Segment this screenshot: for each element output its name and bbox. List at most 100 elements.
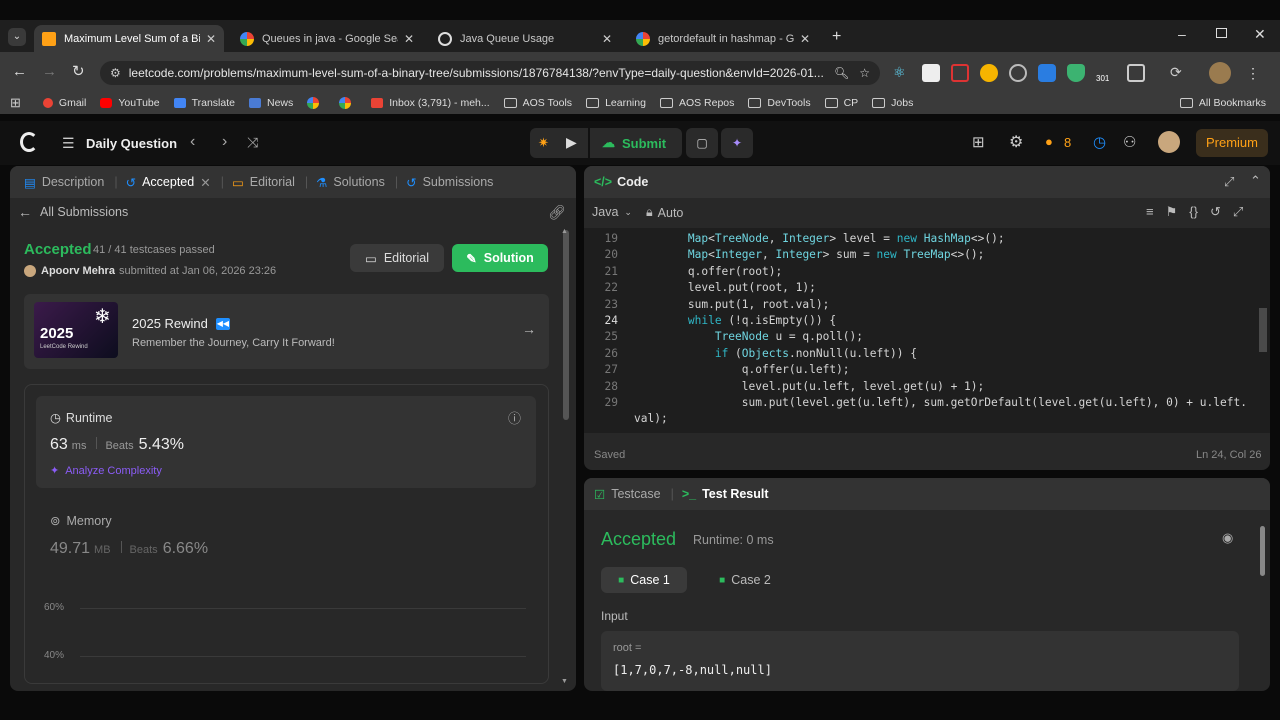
extension-icon[interactable] xyxy=(922,64,940,82)
site-info-icon[interactable]: ⚙ xyxy=(110,66,121,80)
close-tab-icon[interactable]: ✕ xyxy=(200,175,210,190)
language-select[interactable]: Java ⌄ xyxy=(592,205,632,219)
bookmark-folder-aos-repos[interactable]: AOS Repos xyxy=(659,97,734,109)
url-text[interactable]: leetcode.com/problems/maximum-level-sum-… xyxy=(129,66,824,80)
tab-test-result[interactable]: >_ Test Result xyxy=(682,487,769,501)
rewind-banner[interactable]: 2025 LeetCode Rewind ❄ 2025 Rewind ◀◀ Re… xyxy=(24,294,549,369)
extension-icon[interactable] xyxy=(980,64,998,82)
tab-testcase[interactable]: ☑ Testcase xyxy=(594,487,661,502)
settings-gear-icon[interactable]: ⚙ xyxy=(1009,132,1023,152)
back-icon[interactable]: ← xyxy=(12,63,27,80)
browser-tab-4[interactable]: getordefault in hashmap - Goo ✕ xyxy=(628,25,818,52)
apps-grid-icon[interactable]: ⊞ xyxy=(10,95,21,111)
run-icon[interactable]: ▶ xyxy=(566,134,577,151)
streak-count[interactable]: 8 xyxy=(1064,135,1071,150)
memory-header[interactable]: ⊚ Memory xyxy=(50,513,112,529)
next-problem-icon[interactable]: › xyxy=(222,133,227,151)
debug-icon[interactable]: ✷ xyxy=(538,135,549,151)
submit-button[interactable]: ☁ Submit xyxy=(590,128,682,158)
analyze-complexity-link[interactable]: ✦ Analyze Complexity xyxy=(50,464,162,478)
tab-search-icon[interactable]: ⌄ xyxy=(8,28,26,46)
left-scrollbar[interactable] xyxy=(563,230,569,420)
bookmark-folder-learning[interactable]: Learning xyxy=(586,97,646,109)
tab-submissions[interactable]: ↺ Submissions xyxy=(406,175,493,190)
eye-icon[interactable]: ◉ xyxy=(1222,530,1233,546)
window-close-icon[interactable]: ✕ xyxy=(1254,26,1266,43)
add-friend-icon[interactable]: ⚇ xyxy=(1123,133,1136,151)
react-devtools-icon[interactable]: ⚛ xyxy=(893,64,911,82)
zoom-icon[interactable]: 🔍︎ xyxy=(834,66,849,80)
bookmark-news[interactable]: News xyxy=(248,97,293,109)
premium-button[interactable]: Premium xyxy=(1196,129,1268,157)
share-link-icon[interactable]: 🔗︎ xyxy=(548,204,566,221)
problem-list-icon[interactable]: ☰ xyxy=(62,135,75,152)
bookmark-folder-devtools[interactable]: DevTools xyxy=(748,97,811,109)
close-tab-icon[interactable]: ✕ xyxy=(800,32,810,46)
case-2-tab[interactable]: ■ Case 2 xyxy=(702,567,788,593)
shuffle-icon[interactable]: ⤨ xyxy=(247,134,258,151)
tab-editorial[interactable]: ▭ Editorial xyxy=(232,175,295,190)
bookmark-google[interactable] xyxy=(339,97,357,109)
browser-tab-1[interactable]: Maximum Level Sum of a Binary ✕ xyxy=(34,25,224,52)
reset-icon[interactable]: ↺ xyxy=(1210,204,1221,220)
case-1-tab[interactable]: ■ Case 1 xyxy=(601,567,687,593)
new-tab-icon[interactable]: + xyxy=(832,28,841,46)
info-icon[interactable]: ⓘ xyxy=(508,408,521,427)
runtime-card[interactable]: ◷ Runtime ⓘ 63 ms Beats 5.43% ✦ Analyze Co… xyxy=(36,396,536,488)
timer-icon[interactable]: ◷ xyxy=(1093,133,1106,151)
tab-description[interactable]: ▤ Description xyxy=(24,175,104,190)
extension-icon[interactable] xyxy=(951,64,969,82)
tab-solutions[interactable]: ⚗ Solutions xyxy=(316,175,385,190)
tab-sync-icon[interactable]: ⟳ xyxy=(1170,64,1188,82)
browser-tab-3[interactable]: Java Queue Usage ✕ xyxy=(430,25,620,52)
maximize-icon[interactable] xyxy=(1216,28,1227,38)
minimize-icon[interactable]: – xyxy=(1178,26,1186,42)
bookmark-gmail[interactable]: Gmail xyxy=(42,97,86,109)
expand-icon[interactable]: ⤢ xyxy=(1233,204,1243,220)
bookmark-youtube[interactable]: YouTube xyxy=(100,97,160,109)
submitter-name[interactable]: Apoorv Mehra xyxy=(41,265,115,277)
braces-icon[interactable]: {} xyxy=(1189,204,1198,220)
user-avatar[interactable] xyxy=(1158,131,1180,153)
extension-icon[interactable] xyxy=(1038,64,1056,82)
close-tab-icon[interactable]: ✕ xyxy=(404,32,414,46)
address-bar[interactable]: ⚙ leetcode.com/problems/maximum-level-su… xyxy=(100,61,880,85)
streak-fire-icon[interactable]: ● xyxy=(1045,134,1053,149)
bookmark-star-icon[interactable]: ☆ xyxy=(859,66,870,80)
all-submissions-link[interactable]: ← All Submissions xyxy=(18,204,128,220)
leetcode-logo-icon[interactable] xyxy=(20,132,38,152)
editor-scrollbar[interactable] xyxy=(1259,308,1267,352)
extension-icon[interactable] xyxy=(1009,64,1027,82)
browser-tab-2[interactable]: Queues in java - Google Search ✕ xyxy=(232,25,422,52)
bookmark-folder-cp[interactable]: CP xyxy=(824,97,858,109)
collapse-icon[interactable]: ⌃ xyxy=(1250,173,1261,189)
code-editor[interactable]: 19 Map<TreeNode, Integer> level = new Ha… xyxy=(584,228,1270,433)
reload-icon[interactable]: ↻ xyxy=(72,62,85,80)
ai-sparkle-icon[interactable]: ✦ xyxy=(721,128,753,158)
scroll-down-icon[interactable]: ▼ xyxy=(561,678,568,685)
extension-badge[interactable]: 301 xyxy=(1096,64,1116,83)
format-icon[interactable]: ≡ xyxy=(1146,204,1154,220)
extensions-puzzle-icon[interactable] xyxy=(1127,64,1145,82)
daily-question-title[interactable]: Daily Question xyxy=(86,136,177,151)
layout-grid-icon[interactable]: ⊞ xyxy=(972,133,985,151)
bookmark-inbox[interactable]: Inbox (3,791) - meh... xyxy=(371,97,490,109)
all-bookmarks[interactable]: All Bookmarks xyxy=(1179,97,1266,109)
result-scrollbar[interactable] xyxy=(1260,526,1265,576)
prev-problem-icon[interactable]: ‹ xyxy=(190,133,195,151)
editorial-button[interactable]: ▭ Editorial xyxy=(350,244,444,272)
bookmark-translate[interactable]: Translate xyxy=(173,97,235,109)
menu-kebab-icon[interactable]: ⋮ xyxy=(1246,65,1260,82)
bookmark-icon[interactable]: ⚑ xyxy=(1166,204,1178,220)
scroll-up-icon[interactable]: ▲ xyxy=(561,228,568,235)
close-tab-icon[interactable]: ✕ xyxy=(602,32,612,46)
bookmark-folder-jobs[interactable]: Jobs xyxy=(872,97,913,109)
auto-mode[interactable]: 🔒︎ Auto xyxy=(646,205,683,220)
bookmark-google[interactable] xyxy=(307,97,325,109)
forward-icon[interactable]: → xyxy=(42,63,57,80)
profile-avatar[interactable] xyxy=(1209,62,1231,84)
shield-icon[interactable] xyxy=(1067,64,1085,82)
fullscreen-icon[interactable]: ⤢ xyxy=(1224,174,1234,190)
close-tab-icon[interactable]: ✕ xyxy=(206,32,216,46)
solution-button[interactable]: ✎ Solution xyxy=(452,244,548,272)
